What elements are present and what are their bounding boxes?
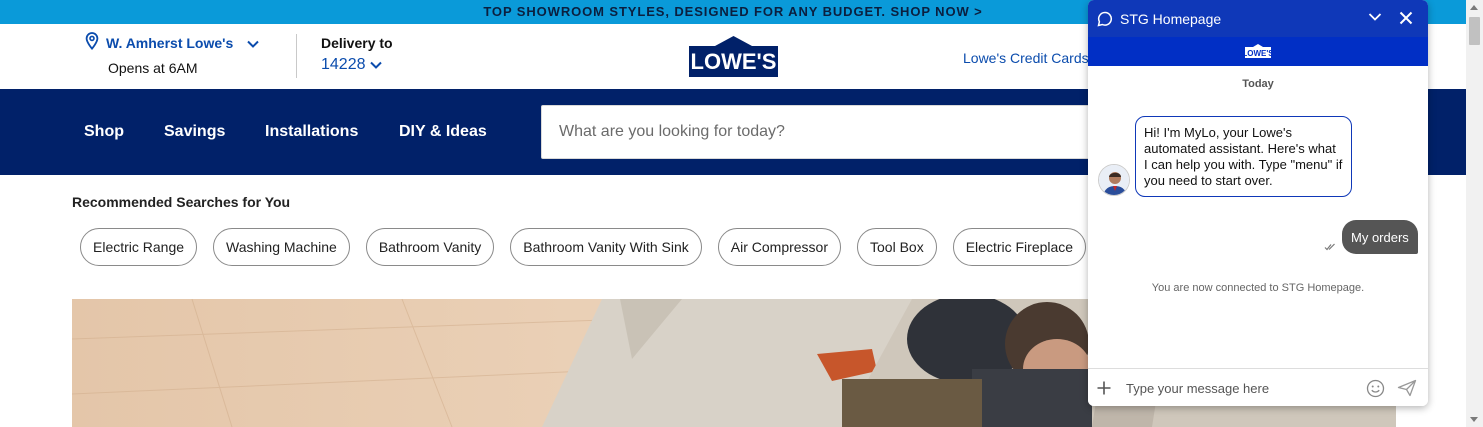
bot-message: Hi! I'm MyLo, your Lowe's automated assi… [1135,116,1352,197]
close-icon[interactable] [1399,11,1413,25]
scroll-up-arrow-icon[interactable] [1470,5,1478,10]
chat-date-label: Today [1242,78,1274,90]
chip-electric-range[interactable]: Electric Range [80,228,198,266]
chevron-down-icon[interactable] [369,56,382,74]
store-name[interactable]: W. Amherst Lowe's [106,35,233,51]
chat-lowes-logo: LOWE'S [1245,44,1271,58]
chat-title: STG Homepage [1120,11,1222,27]
delivery-zip[interactable]: 14228 [321,56,366,74]
chip-air-compressor[interactable]: Air Compressor [717,228,842,266]
nav-installations[interactable]: Installations [265,123,358,141]
chat-header: STG Homepage [1088,0,1428,37]
bot-avatar [1098,164,1130,196]
scroll-down-arrow-icon[interactable] [1470,417,1478,422]
credit-cards-link[interactable]: Lowe's Credit Cards [963,50,1089,66]
page-scrollbar[interactable] [1466,0,1483,427]
nav-diy-ideas[interactable]: DIY & Ideas [399,123,487,141]
promo-text[interactable]: TOP SHOWROOM STYLES, DESIGNED FOR ANY BU… [483,4,982,19]
chat-subheader: LOWE'S [1088,37,1428,66]
minimize-chevron-icon[interactable] [1368,12,1382,22]
recommended-chips: Electric Range Washing Machine Bathroom … [80,228,1087,266]
user-message: My orders [1342,220,1418,254]
chip-washing-machine[interactable]: Washing Machine [213,228,350,266]
read-receipt-icon [1324,238,1336,256]
chip-bathroom-vanity[interactable]: Bathroom Vanity [365,228,495,266]
send-icon[interactable] [1397,379,1417,397]
delivery-label: Delivery to [321,35,393,51]
chevron-down-icon[interactable] [247,35,259,51]
scroll-thumb[interactable] [1469,17,1480,45]
chat-input-bar [1088,368,1428,406]
chat-bubble-icon [1097,11,1113,27]
store-hours: Opens at 6AM [108,60,198,76]
nav-savings[interactable]: Savings [164,123,225,141]
location-pin-icon [84,32,100,53]
chip-electric-fireplace[interactable]: Electric Fireplace [952,228,1087,266]
chat-widget: STG Homepage LOWE'S Today Hi! I'm MyLo, … [1088,0,1428,406]
chip-bathroom-vanity-with-sink[interactable]: Bathroom Vanity With Sink [510,228,702,266]
logo-text: LOWE'S [691,49,777,74]
chip-tool-box[interactable]: Tool Box [857,228,937,266]
store-selector[interactable]: W. Amherst Lowe's [84,32,259,53]
system-message: You are now connected to STG Homepage. [1151,282,1365,294]
chat-message-input[interactable] [1126,377,1356,399]
delivery-zip-selector[interactable]: 14228 [321,56,382,74]
add-attachment-icon[interactable] [1096,380,1112,396]
emoji-icon[interactable] [1366,379,1385,398]
chat-logo-text: LOWE'S [1245,49,1271,58]
recommended-title: Recommended Searches for You [72,194,291,210]
header-divider [296,34,297,78]
lowes-logo[interactable]: LOWE'S [689,36,778,77]
nav-shop[interactable]: Shop [84,123,124,141]
